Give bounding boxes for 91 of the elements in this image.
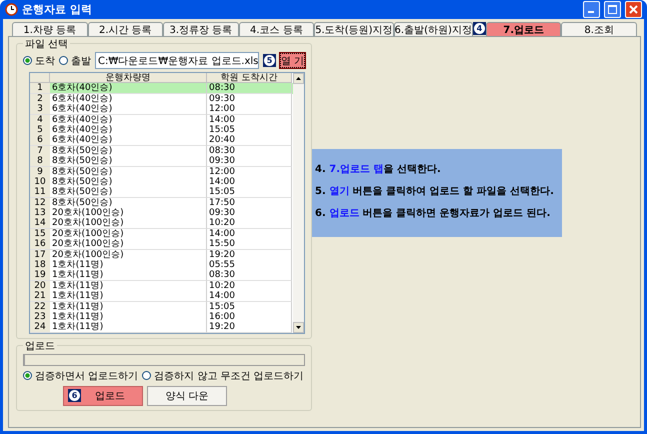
- table-cell: 1호차(11명): [50, 322, 207, 334]
- maximize-icon: [608, 5, 617, 14]
- table-row[interactable]: 6 6호차(40인승) 20:40: [30, 135, 293, 146]
- row-number: 22: [30, 302, 50, 313]
- row-number: 8: [30, 156, 50, 168]
- table-row[interactable]: 24 1호차(11명) 19:20: [30, 322, 293, 333]
- open-button[interactable]: 열 기: [280, 53, 306, 68]
- table-row[interactable]: 13 20호차(100인승) 09:30: [30, 208, 293, 218]
- step-badge: 4: [472, 22, 486, 35]
- row-number: 19: [30, 270, 50, 282]
- maximize-button[interactable]: [604, 1, 621, 18]
- upload-button[interactable]: 6 업로드: [63, 386, 143, 406]
- row-number: 5: [30, 124, 50, 136]
- table-row[interactable]: 21 1호차(11명) 14:00: [30, 291, 293, 302]
- row-number: 6: [30, 135, 50, 146]
- radio-label: 출발: [71, 54, 91, 68]
- row-number: 1: [30, 83, 50, 94]
- table-row[interactable]: 23 1호차(11명) 16:00: [30, 312, 293, 322]
- tab[interactable]: 4.코스 등록: [238, 22, 314, 36]
- step-badge: 6: [68, 389, 81, 402]
- tab[interactable]: 2.시간 등록: [88, 22, 164, 36]
- row-number: 23: [30, 312, 50, 323]
- row-number: 17: [30, 250, 50, 261]
- tab[interactable]: 5.도착(등원)지정: [314, 22, 394, 36]
- row-number: 11: [30, 187, 50, 198]
- row-number: 7: [30, 146, 50, 157]
- row-number: 15: [30, 228, 50, 240]
- tab[interactable]: 3.정류장 등록: [163, 22, 239, 36]
- scrollbar[interactable]: [293, 73, 304, 333]
- table-row[interactable]: 10 8호차(50인승) 14:00: [30, 176, 293, 188]
- row-number: 9: [30, 166, 50, 178]
- row-number: 16: [30, 239, 50, 250]
- corner-header: [30, 73, 50, 84]
- column-header: 학원 도착시간: [207, 73, 292, 84]
- file-path-field[interactable]: C:₩다운로드₩운행자료 업로드.xls: [95, 52, 259, 69]
- radio-label: 도착: [35, 54, 55, 68]
- template-download-button[interactable]: 양식 다운: [147, 386, 227, 406]
- row-number: 14: [30, 218, 50, 230]
- up-arrow-icon: [296, 77, 301, 80]
- row-number: 10: [30, 176, 50, 188]
- step-badge: 5: [263, 54, 276, 67]
- group-title: 파일 선택: [23, 37, 70, 51]
- row-number: 24: [30, 322, 50, 334]
- row-number: 21: [30, 291, 50, 302]
- table-row[interactable]: 7 8호차(50인승) 08:30: [30, 146, 293, 156]
- close-button[interactable]: [625, 1, 642, 18]
- tab[interactable]: 8.조회: [561, 22, 637, 36]
- tab[interactable]: 7.업로드: [486, 22, 562, 36]
- table-row[interactable]: 8 8호차(50인승) 09:30: [30, 156, 293, 167]
- row-number: 4: [30, 114, 50, 126]
- instruction-text: 4. 7.업로드 탭을 선택한다.: [315, 163, 442, 176]
- table-row[interactable]: 3 6호차(40인승) 12:00: [30, 104, 293, 115]
- table-row[interactable]: 20 1호차(11명) 10:20: [30, 280, 293, 292]
- row-number: 20: [30, 280, 50, 292]
- table-row[interactable]: 17 20호차(100인승) 19:20: [30, 250, 293, 260]
- table-row[interactable]: 5 6호차(40인승) 15:05: [30, 124, 293, 136]
- row-number: 18: [30, 260, 50, 272]
- table-row[interactable]: 11 8호차(50인승) 15:05: [30, 187, 293, 198]
- window-title: 운행자료 입력: [22, 2, 93, 17]
- table-row[interactable]: 16 20호차(100인승) 15:50: [30, 239, 293, 250]
- table-row[interactable]: 15 20호차(100인승) 14:00: [30, 228, 293, 240]
- radio-label: 검증하면서 업로드하기: [35, 370, 138, 383]
- column-header: 운행차량명: [50, 73, 207, 84]
- row-number: 2: [30, 94, 50, 105]
- minimize-button[interactable]: [583, 1, 600, 18]
- table-cell: 19:20: [207, 322, 292, 334]
- table-row[interactable]: 14 20호차(100인승) 10:20: [30, 218, 293, 229]
- row-number: 3: [30, 104, 50, 116]
- instruction-text: 6. 업로드 버튼을 클릭하면 운행자료가 업로드 된다.: [315, 207, 552, 220]
- table-row[interactable]: 22 1호차(11명) 15:05: [30, 302, 293, 312]
- table-row[interactable]: 2 6호차(40인승) 09:30: [30, 94, 293, 104]
- radio-button[interactable]: [23, 56, 32, 65]
- table-row[interactable]: 19 1호차(11명) 08:30: [30, 270, 293, 281]
- radio-button[interactable]: [59, 56, 68, 65]
- down-arrow-icon: [296, 326, 301, 329]
- table-row[interactable]: 1 6호차(40인승) 08:30: [30, 83, 293, 94]
- row-number: 12: [30, 198, 50, 209]
- row-number: 13: [30, 208, 50, 220]
- group-title: 업로드: [23, 338, 57, 353]
- tab[interactable]: 6.출발(하원)지정: [394, 22, 473, 36]
- table-row[interactable]: 4 6호차(40인승) 14:00: [30, 114, 293, 125]
- radio-label: 검증하지 않고 무조건 업로드하기: [154, 370, 304, 383]
- clock-icon: [5, 3, 18, 16]
- instruction-text: 5. 열기 버튼을 클릭하여 업로드 할 파일을 선택한다.: [315, 185, 555, 198]
- radio-button[interactable]: [23, 371, 32, 380]
- table-row[interactable]: 18 1호차(11명) 05:55: [30, 260, 293, 270]
- tab[interactable]: 1.차량 등록: [12, 22, 88, 36]
- close-icon: [629, 5, 638, 14]
- table-row[interactable]: 12 8호차(50인승) 17:50: [30, 198, 293, 208]
- table-row[interactable]: 9 8호차(50인승) 12:00: [30, 166, 293, 177]
- radio-button[interactable]: [142, 371, 152, 380]
